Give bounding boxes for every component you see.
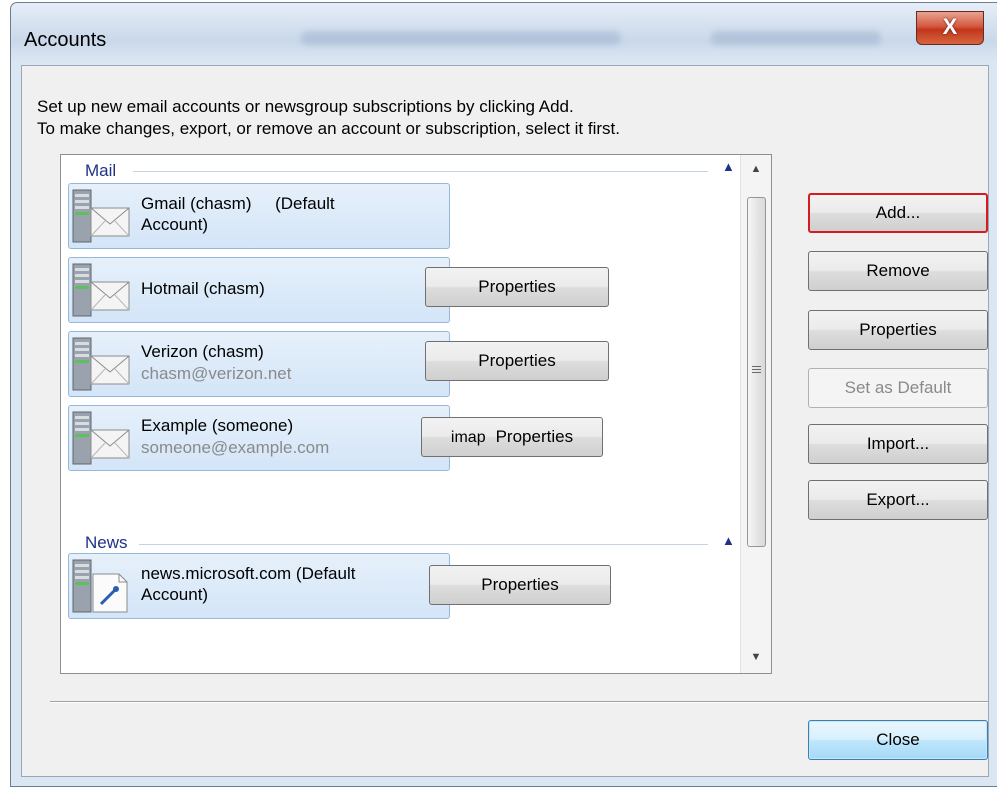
imap-label: imap <box>450 429 486 446</box>
account-name: Hotmail (chasm) <box>141 279 265 298</box>
mail-server-icon <box>72 189 130 243</box>
account-name: Verizon (chasm) <box>141 342 264 361</box>
scroll-down-arrow-icon[interactable]: ▼ <box>741 645 771 669</box>
import-button[interactable]: Import... <box>808 424 988 464</box>
accounts-list[interactable]: Mail ▲ Gmail (chasm) (Default Account) H… <box>60 154 772 674</box>
account-item-verizon[interactable]: Verizon (chasm) chasm@verizon.net <box>68 331 450 397</box>
news-server-icon <box>72 559 128 613</box>
title-bar[interactable]: Accounts X <box>11 3 997 65</box>
footer-separator <box>50 701 988 703</box>
account-name-cont: Account) <box>141 585 209 604</box>
chevron-up-icon[interactable]: ▲ <box>722 159 735 174</box>
scroll-up-arrow-icon[interactable]: ▲ <box>741 157 771 181</box>
account-email: chasm@verizon.net <box>141 364 292 383</box>
mail-group-header: Mail <box>85 161 117 180</box>
add-button[interactable]: Add... <box>808 193 988 233</box>
close-button[interactable]: Close <box>808 720 988 760</box>
chevron-up-icon[interactable]: ▲ <box>722 533 735 548</box>
instructions-line-2: To make changes, export, or remove an ac… <box>37 119 620 138</box>
grip-icon <box>752 366 761 375</box>
instructions-line-1: Set up new email accounts or newsgroup s… <box>37 97 574 116</box>
news-group-divider <box>139 544 708 545</box>
account-name: news.microsoft.com (Default <box>141 564 356 583</box>
accounts-list-scrollbar[interactable]: ▲ ▼ <box>740 155 771 673</box>
instructions-text: Set up new email accounts or newsgroup s… <box>37 96 620 140</box>
account-item-news-microsoft[interactable]: news.microsoft.com (Default Account) <box>68 553 450 619</box>
scroll-thumb[interactable] <box>747 197 766 547</box>
dialog-client-area: Set up new email accounts or newsgroup s… <box>21 65 989 777</box>
set-as-default-button[interactable]: Set as Default <box>808 368 988 408</box>
account-name-cont: Account) <box>141 215 209 234</box>
news-group-header: News <box>85 533 128 552</box>
account-name: Example (someone) <box>141 416 294 435</box>
titlebar-glass-reflection <box>711 31 881 45</box>
remove-button[interactable]: Remove <box>808 251 988 291</box>
mail-server-icon <box>72 337 130 391</box>
export-button[interactable]: Export... <box>808 480 988 520</box>
window-close-button[interactable]: X <box>916 11 984 45</box>
hotmail-properties-button[interactable]: Properties <box>425 267 609 307</box>
verizon-properties-button[interactable]: Properties <box>425 341 609 381</box>
mail-server-icon <box>72 411 130 465</box>
mail-group-divider <box>133 171 708 172</box>
news-properties-button[interactable]: Properties <box>429 565 611 605</box>
accounts-dialog: Accounts X Set up new email accounts or … <box>10 2 997 787</box>
properties-label: Properties <box>495 427 574 446</box>
window-title: Accounts <box>24 29 107 51</box>
example-properties-button[interactable]: imap Properties <box>421 417 603 457</box>
mail-server-icon <box>72 263 130 317</box>
account-email: someone@example.com <box>141 438 330 457</box>
account-item-gmail[interactable]: Gmail (chasm) (Default Account) <box>68 183 450 249</box>
titlebar-glass-reflection <box>301 31 621 45</box>
account-item-hotmail[interactable]: Hotmail (chasm) <box>68 257 450 323</box>
account-item-example[interactable]: Example (someone) someone@example.com <box>68 405 450 471</box>
account-name: Gmail (chasm) (Default <box>141 194 335 213</box>
properties-button[interactable]: Properties <box>808 310 988 350</box>
